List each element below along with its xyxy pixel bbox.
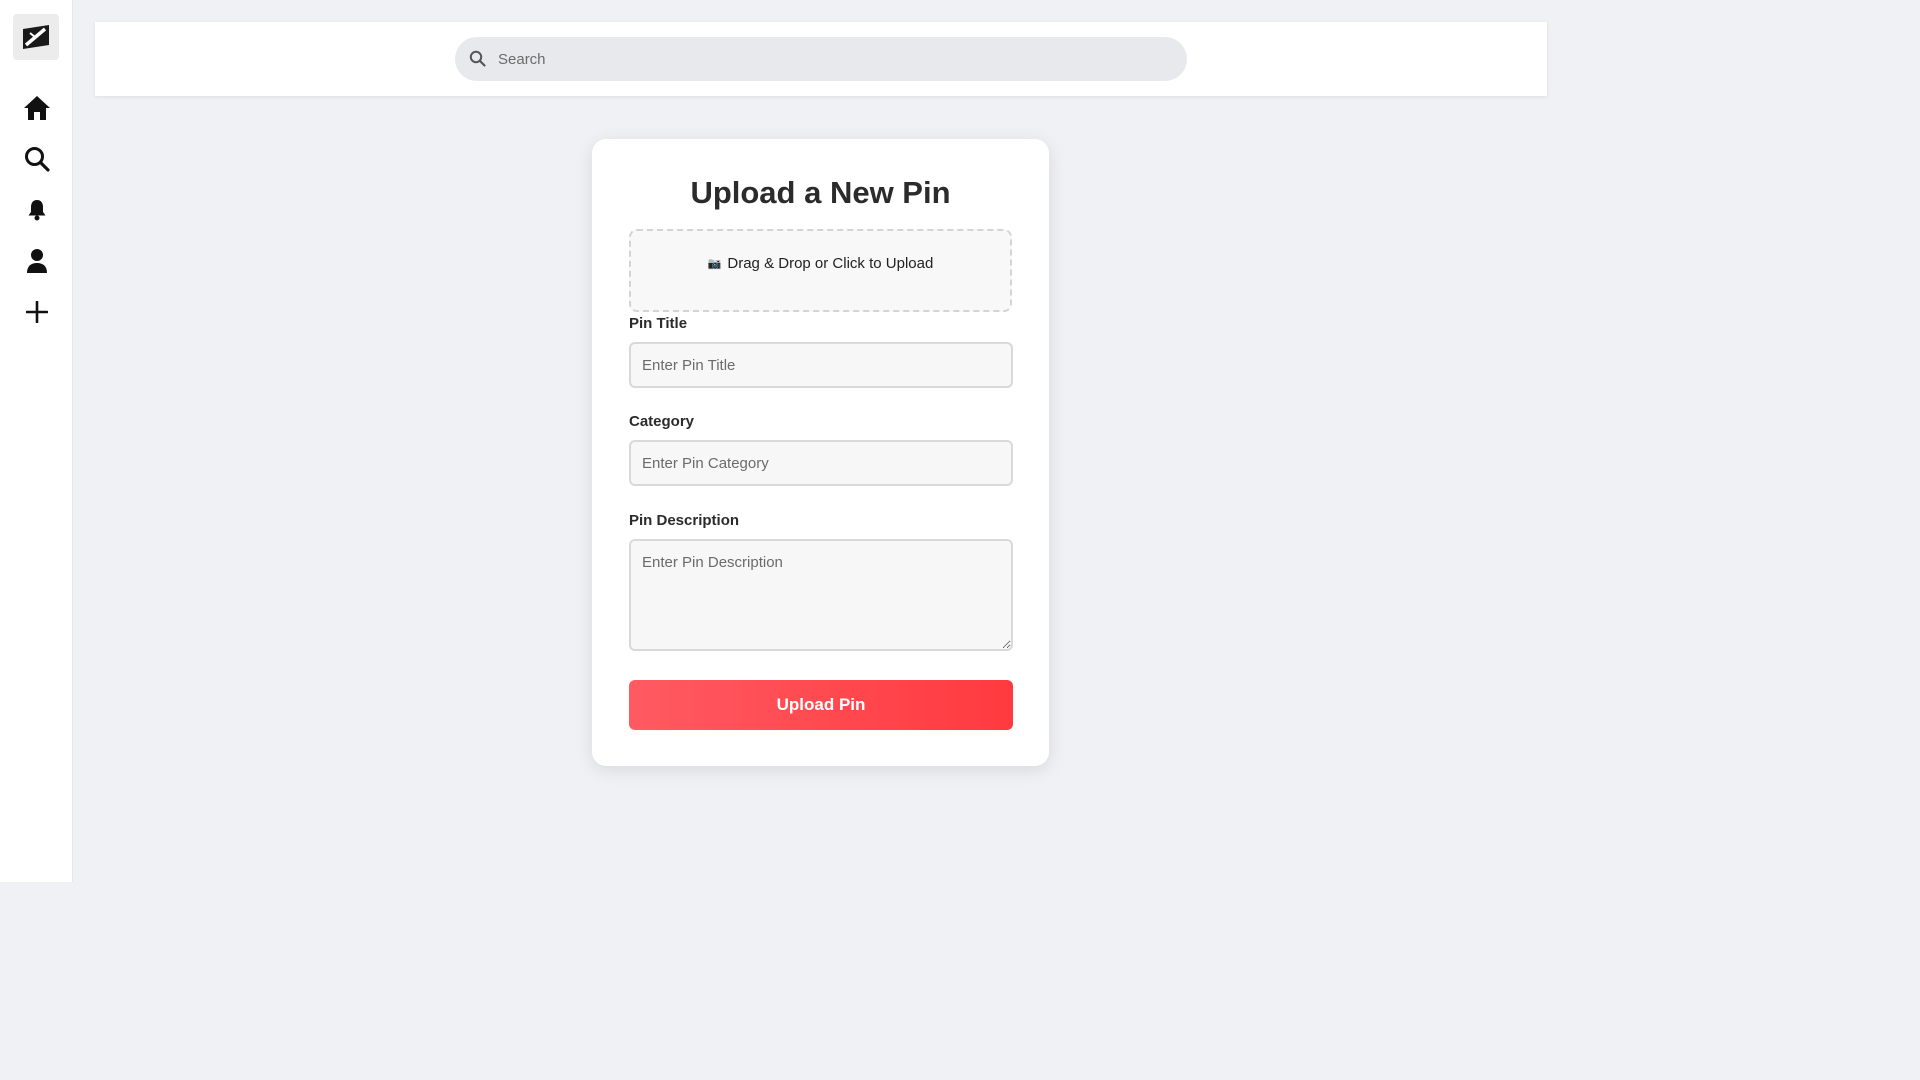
- top-bar: [95, 22, 1547, 96]
- dropzone-text: Drag & Drop or Click to Upload: [727, 255, 934, 272]
- upload-pin-card: Upload a New Pin 📷 Drag & Drop or Click …: [592, 139, 1049, 766]
- search-icon: [469, 50, 486, 67]
- category-label: Category: [629, 413, 695, 430]
- image-dropzone[interactable]: 📷 Drag & Drop or Click to Upload: [629, 229, 1012, 312]
- search-bar[interactable]: [455, 37, 1187, 81]
- pin-title-input[interactable]: [629, 342, 1013, 388]
- user-icon: [26, 249, 47, 273]
- home-icon: [23, 96, 50, 120]
- sidebar-item-home[interactable]: [0, 88, 73, 128]
- app-logo[interactable]: [13, 14, 59, 60]
- pin-description-label: Pin Description: [629, 512, 740, 529]
- pin-description-textarea[interactable]: [629, 539, 1013, 651]
- sidebar: [0, 0, 73, 882]
- search-input[interactable]: [498, 37, 1168, 81]
- bell-icon: [28, 200, 45, 221]
- pin-title-label: Pin Title: [629, 315, 688, 332]
- page-title: Upload a New Pin: [690, 175, 951, 210]
- sidebar-item-notifications[interactable]: [0, 190, 73, 230]
- sidebar-item-search[interactable]: [0, 139, 73, 179]
- sidebar-item-profile[interactable]: [0, 241, 73, 281]
- upload-pin-button[interactable]: Upload Pin: [629, 680, 1013, 730]
- category-input[interactable]: [629, 440, 1013, 486]
- plus-icon: [25, 301, 48, 323]
- sidebar-item-create[interactable]: [0, 292, 73, 332]
- logo-icon: [23, 25, 49, 49]
- camera-icon: 📷: [707, 258, 722, 270]
- search-icon: [24, 147, 50, 172]
